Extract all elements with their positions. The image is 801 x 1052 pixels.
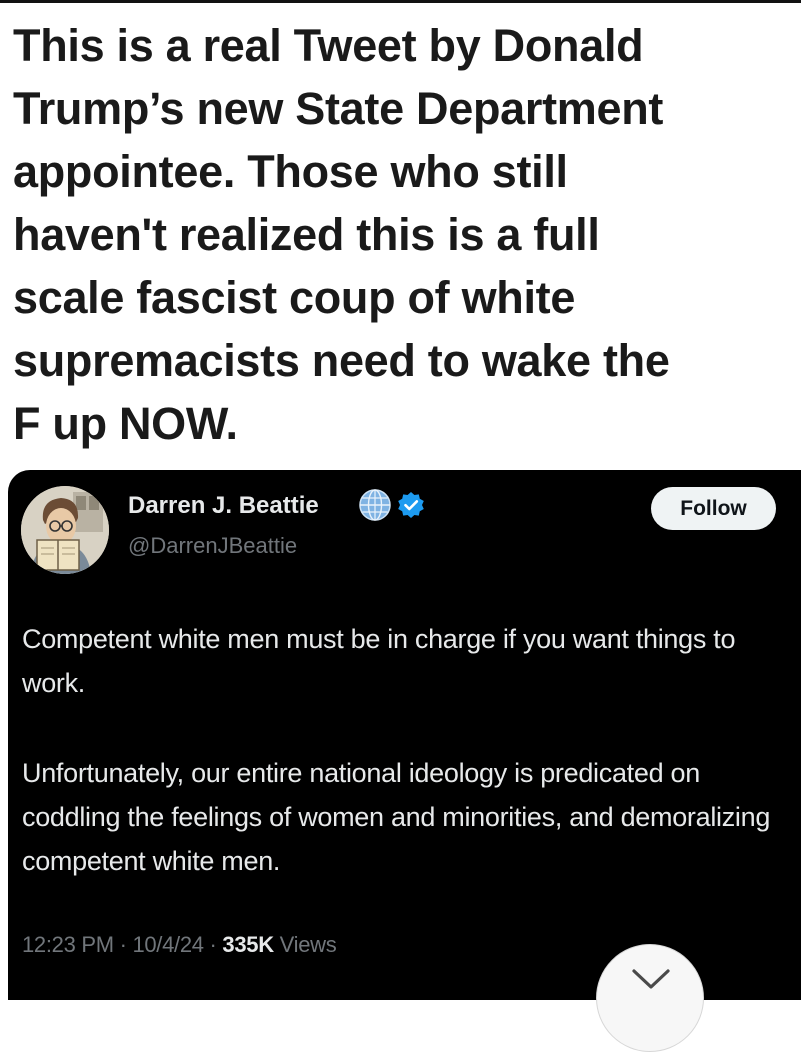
follow-button[interactable]: Follow <box>651 487 776 530</box>
tweet-time[interactable]: 12:23 PM <box>22 932 114 957</box>
views-label: Views <box>279 932 337 957</box>
tweet-meta: 12:23 PM · 10/4/24 · 335K Views <box>22 932 337 958</box>
author-name[interactable]: Darren J. Beattie <box>128 492 319 520</box>
cartoon-man-reading-book-avatar <box>21 486 109 574</box>
chevron-down-icon <box>632 969 670 989</box>
avatar[interactable] <box>21 486 109 574</box>
meta-separator: · <box>203 932 223 957</box>
meta-separator: · <box>113 932 133 957</box>
caption-line: This is a real Tweet by Donald <box>13 20 644 71</box>
tweet-date[interactable]: 10/4/24 <box>132 932 204 957</box>
caption-line: scale fascist coup of white <box>13 272 576 323</box>
tweet-card: Darren J. Beattie @DarrenJBeattie Follow… <box>8 470 801 1052</box>
caption-line: Trump’s new State Department <box>13 83 664 134</box>
caption-line: appointee. Those who still <box>13 146 568 197</box>
top-border-line <box>0 0 801 3</box>
verified-badge-icon <box>398 492 424 518</box>
caption-line: haven't realized this is a full <box>13 209 600 260</box>
caption-line: supremacists need to wake the <box>13 335 670 386</box>
views-count: 335K <box>222 932 274 957</box>
tweet-text: Competent white men must be in charge if… <box>22 617 792 883</box>
author-handle[interactable]: @DarrenJBeattie <box>128 533 297 559</box>
globe-icon <box>359 489 391 521</box>
caption-line: F up NOW. <box>13 398 238 449</box>
scroll-down-button[interactable] <box>596 944 704 1052</box>
tweet-paragraph: Competent white men must be in charge if… <box>22 624 736 698</box>
meme-caption: This is a real Tweet by Donald Trump’s n… <box>13 14 798 455</box>
tweet-paragraph: Unfortunately, our entire national ideol… <box>22 758 771 876</box>
